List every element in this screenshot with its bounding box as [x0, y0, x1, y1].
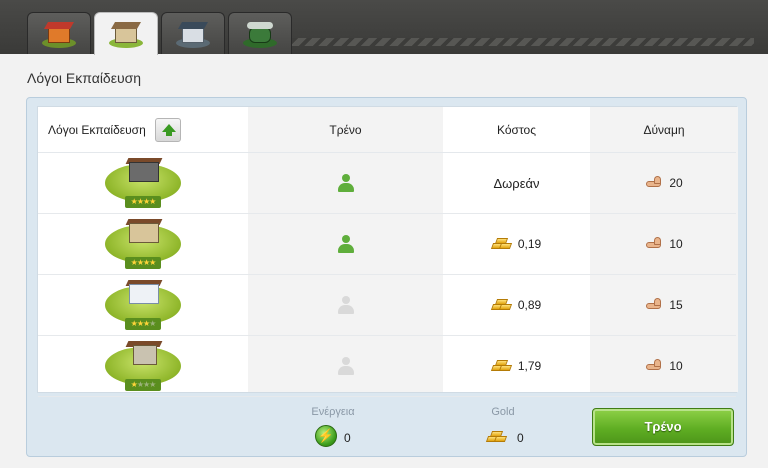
- strength-arm-icon: [645, 359, 663, 373]
- power-value: 10: [669, 359, 683, 373]
- star-rating: ★★★★: [125, 318, 161, 330]
- cost-cell: 0,19: [443, 214, 590, 274]
- gold-bars-icon: [490, 238, 512, 250]
- header-name: Λόγοι Εκπαίδευση: [48, 123, 146, 137]
- train-cell[interactable]: [248, 153, 443, 213]
- strength-arm-icon: [645, 298, 663, 312]
- header-power: Δύναμη: [643, 123, 685, 137]
- cost-cell: 1,79: [443, 336, 590, 396]
- cost-value: 1,79: [517, 359, 542, 373]
- cost-value: 0,89: [517, 298, 542, 312]
- sort-up-button[interactable]: [155, 118, 181, 142]
- power-value: 10: [669, 237, 683, 251]
- building-thumbnail: ★★★★: [105, 217, 181, 271]
- building-thumbnail: ★★★★: [105, 339, 181, 393]
- gold-value: 0: [517, 431, 524, 445]
- gold-label: Gold: [491, 406, 515, 418]
- warehouse-icon: [174, 20, 212, 48]
- building-thumbnail: ★★★★: [105, 278, 181, 332]
- building-cell: ★★★★: [38, 336, 248, 396]
- star-rating: ★★★★: [125, 379, 161, 391]
- strength-arm-icon: [645, 237, 663, 251]
- train-button[interactable]: Τρένο: [592, 408, 734, 446]
- energy-value: 0: [344, 431, 351, 445]
- cost-cell: Δωρεάν: [443, 153, 590, 213]
- train-cell[interactable]: [248, 214, 443, 274]
- star-rating: ★★★★: [125, 196, 161, 208]
- training-table: Λόγοι Εκπαίδευση Τρένο Κόστος Δύναμη ★★★…: [37, 106, 738, 397]
- header-train: Τρένο: [329, 123, 362, 137]
- train-cell: [248, 275, 443, 335]
- table-row[interactable]: ★★★★ 1,79 10: [38, 336, 736, 397]
- table-row[interactable]: ★★★★ 0,19 10: [38, 214, 736, 275]
- header-cost: Κόστος: [497, 123, 536, 137]
- gold-bars-icon: [490, 299, 512, 311]
- cost-value: Δωρεάν: [493, 175, 540, 191]
- person-icon: [337, 174, 355, 192]
- energy-icon: ⚡: [315, 425, 337, 447]
- tab-stadium[interactable]: [228, 12, 292, 54]
- building-thumbnail: ★★★★: [105, 156, 181, 210]
- person-icon: [337, 235, 355, 253]
- strength-arm-icon: [645, 176, 663, 190]
- hazard-stripe: [284, 38, 754, 46]
- power-value: 20: [669, 176, 683, 190]
- table-header: Λόγοι Εκπαίδευση Τρένο Κόστος Δύναμη: [38, 107, 736, 153]
- energy-label: Ενέργεια: [311, 406, 355, 418]
- person-icon: [337, 296, 355, 314]
- train-cell: [248, 336, 443, 396]
- stadium-icon: [241, 20, 279, 48]
- power-cell: 20: [590, 153, 738, 213]
- building-cell: ★★★★: [38, 214, 248, 274]
- tab-houses[interactable]: [27, 12, 91, 54]
- star-rating: ★★★★: [125, 257, 161, 269]
- power-value: 15: [669, 298, 683, 312]
- building-cell: ★★★★: [38, 153, 248, 213]
- gold-bars-icon: [490, 360, 512, 372]
- gold-bars-icon: [485, 431, 508, 443]
- table-row[interactable]: ★★★★ Δωρεάν 20: [38, 153, 736, 214]
- training-panel: Λόγοι Εκπαίδευση Τρένο Κόστος Δύναμη ★★★…: [26, 97, 747, 457]
- person-icon: [337, 357, 355, 375]
- page-title: Λόγοι Εκπαίδευση: [27, 70, 142, 86]
- power-cell: 15: [590, 275, 738, 335]
- training-school-icon: [107, 20, 145, 48]
- power-cell: 10: [590, 214, 738, 274]
- power-cell: 10: [590, 336, 738, 396]
- table-row[interactable]: ★★★★ 0,89 15: [38, 275, 736, 336]
- cost-value: 0,19: [517, 237, 542, 251]
- tab-storage[interactable]: [161, 12, 225, 54]
- building-cell: ★★★★: [38, 275, 248, 335]
- cost-cell: 0,89: [443, 275, 590, 335]
- top-tab-bar: [0, 0, 768, 55]
- tab-training[interactable]: [94, 12, 158, 55]
- house-building-icon: [40, 20, 78, 48]
